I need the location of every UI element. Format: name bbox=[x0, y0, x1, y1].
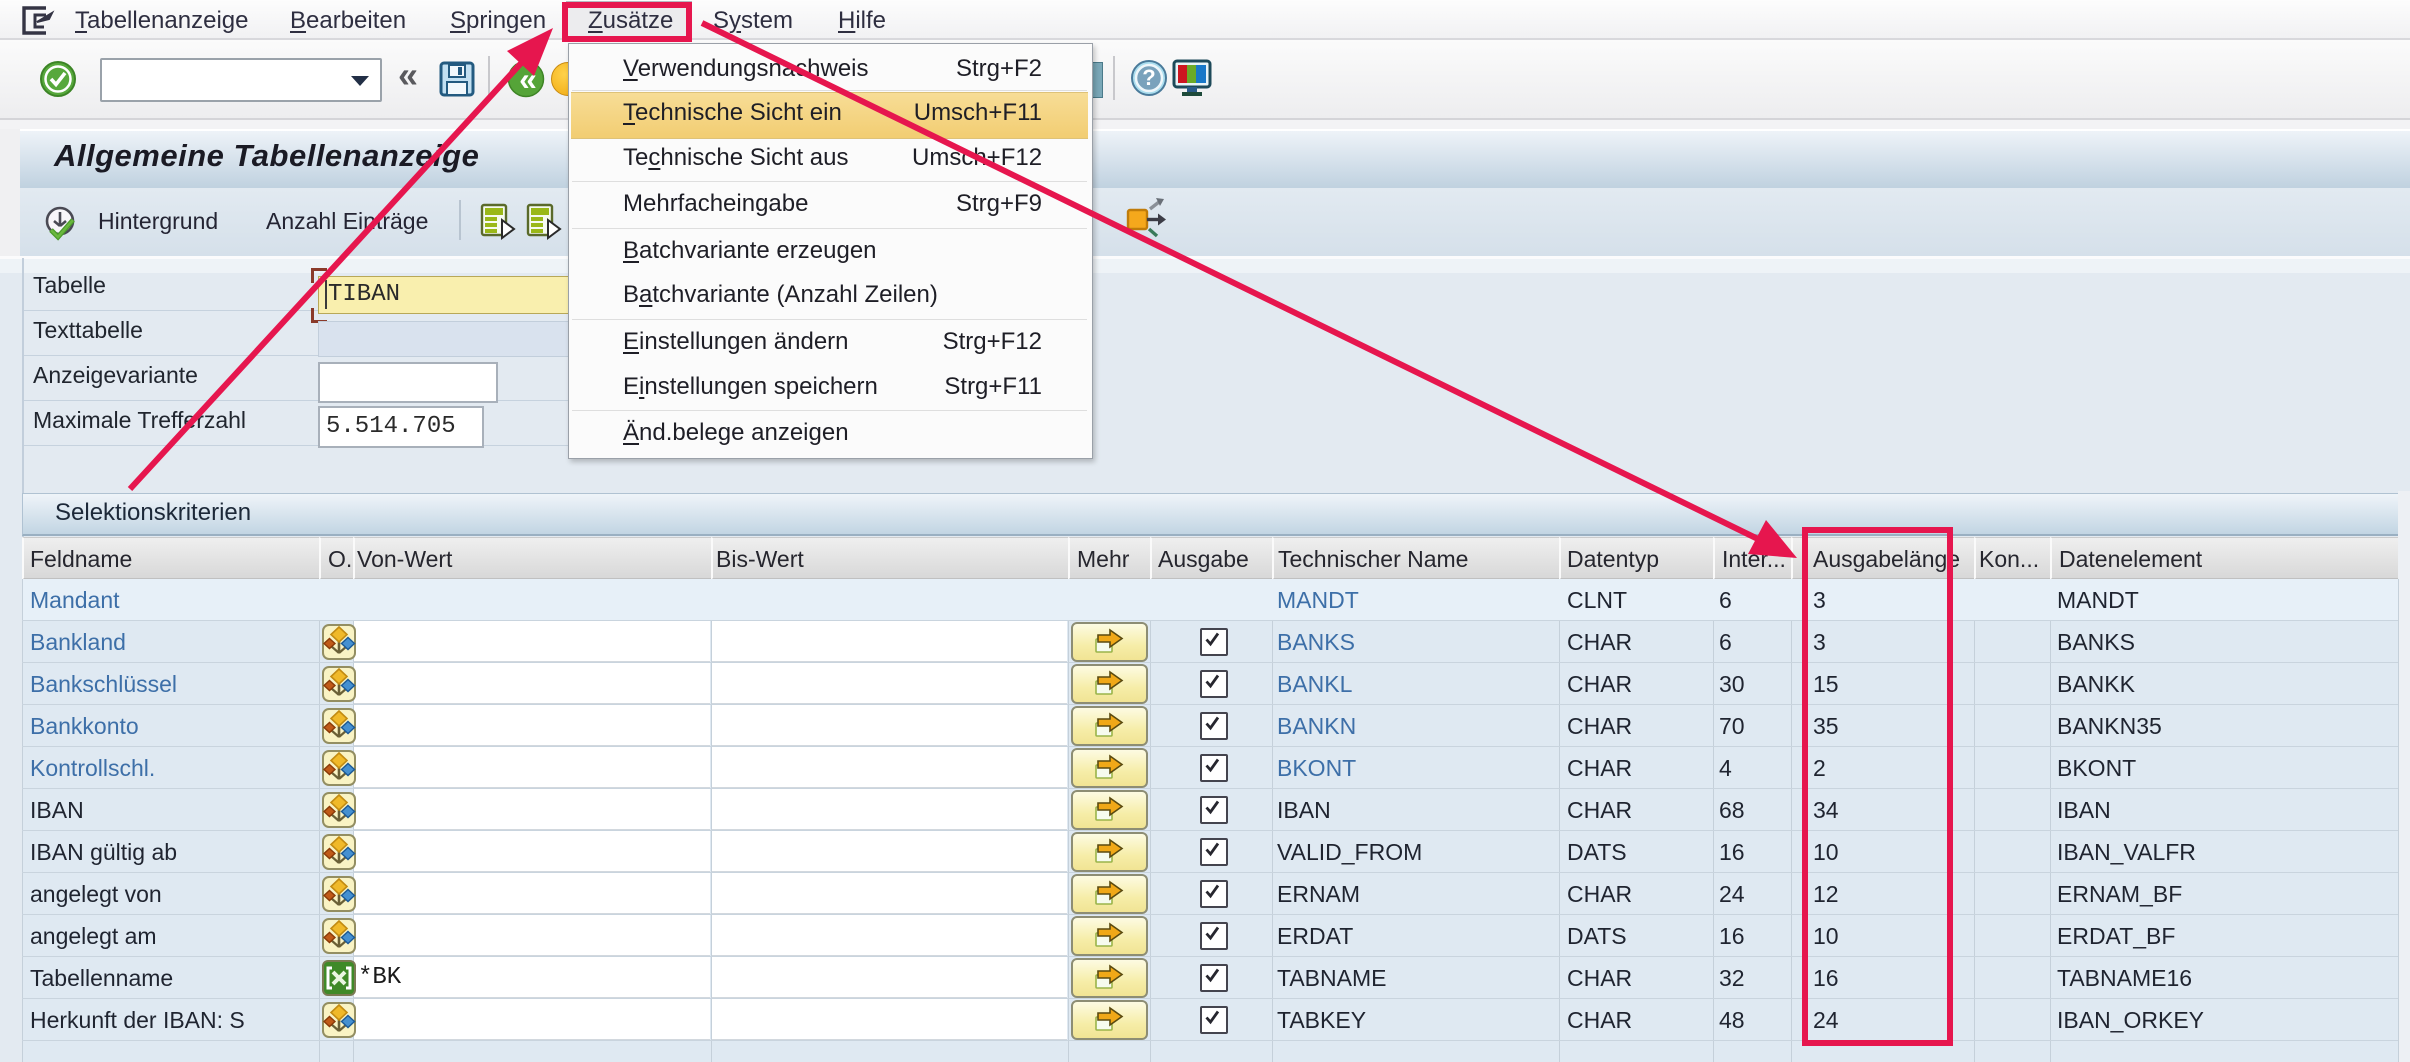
svg-text:«: « bbox=[519, 61, 537, 97]
svg-text:?: ? bbox=[1142, 65, 1155, 90]
